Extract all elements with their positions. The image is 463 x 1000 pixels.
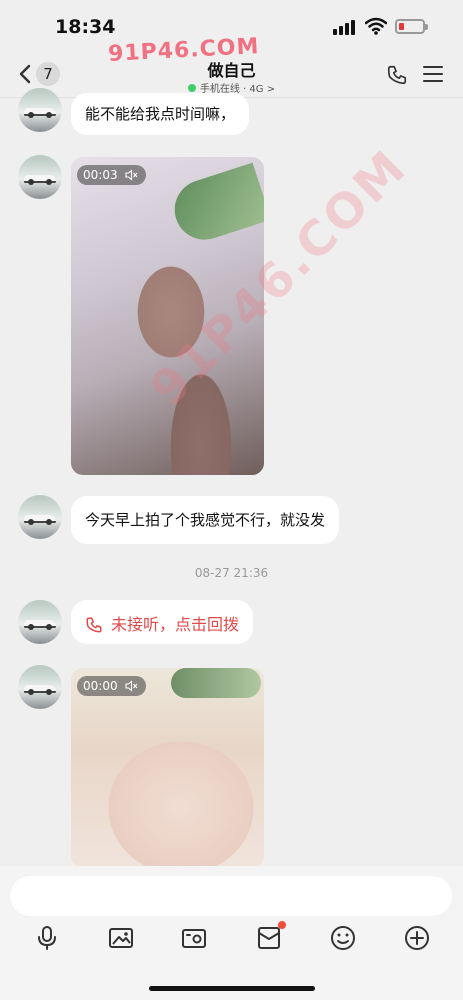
muted-speaker-icon	[125, 679, 138, 692]
missed-call-bubble[interactable]: 未接听，点击回拨	[71, 600, 254, 644]
wifi-icon	[365, 17, 387, 35]
image-icon[interactable]	[107, 924, 135, 952]
camera-icon[interactable]	[180, 924, 208, 952]
battery-icon	[395, 19, 428, 34]
video-duration-tag: 00:03	[77, 165, 147, 185]
contact-avatar[interactable]	[18, 88, 62, 132]
input-panel	[0, 866, 463, 1000]
muted-speaker-icon	[125, 168, 138, 181]
contact-avatar[interactable]	[18, 495, 62, 539]
home-indicator	[149, 986, 315, 991]
status-time: 18:34	[55, 16, 116, 38]
video-message[interactable]: 00:00	[71, 668, 264, 868]
missed-call-text: 未接听，点击回拨	[111, 615, 240, 634]
emoji-icon[interactable]	[329, 924, 357, 952]
cellular-signal-icon	[333, 19, 357, 35]
microphone-icon[interactable]	[33, 924, 61, 952]
video-thumbnail-detail	[171, 668, 261, 698]
online-dot-icon	[187, 84, 196, 92]
menu-icon[interactable]	[423, 65, 443, 83]
notification-dot	[278, 921, 286, 929]
video-duration: 00:00	[83, 679, 118, 693]
message-input[interactable]	[10, 876, 452, 916]
video-duration: 00:03	[83, 168, 118, 182]
video-thumbnail-detail	[166, 162, 264, 248]
contact-avatar[interactable]	[18, 155, 62, 199]
contact-avatar[interactable]	[18, 665, 62, 709]
missed-call-phone-icon	[86, 617, 102, 632]
phone-call-icon[interactable]	[386, 64, 408, 86]
message-timestamp: 08-27 21:36	[194, 566, 269, 580]
contact-avatar[interactable]	[18, 600, 62, 644]
message-bubble[interactable]: 能不能给我点时间嘛，	[71, 93, 250, 135]
message-bubble[interactable]: 今天早上拍了个我感觉不行，就没发	[71, 496, 340, 544]
video-duration-tag: 00:00	[77, 676, 147, 696]
plus-icon[interactable]	[403, 924, 431, 952]
